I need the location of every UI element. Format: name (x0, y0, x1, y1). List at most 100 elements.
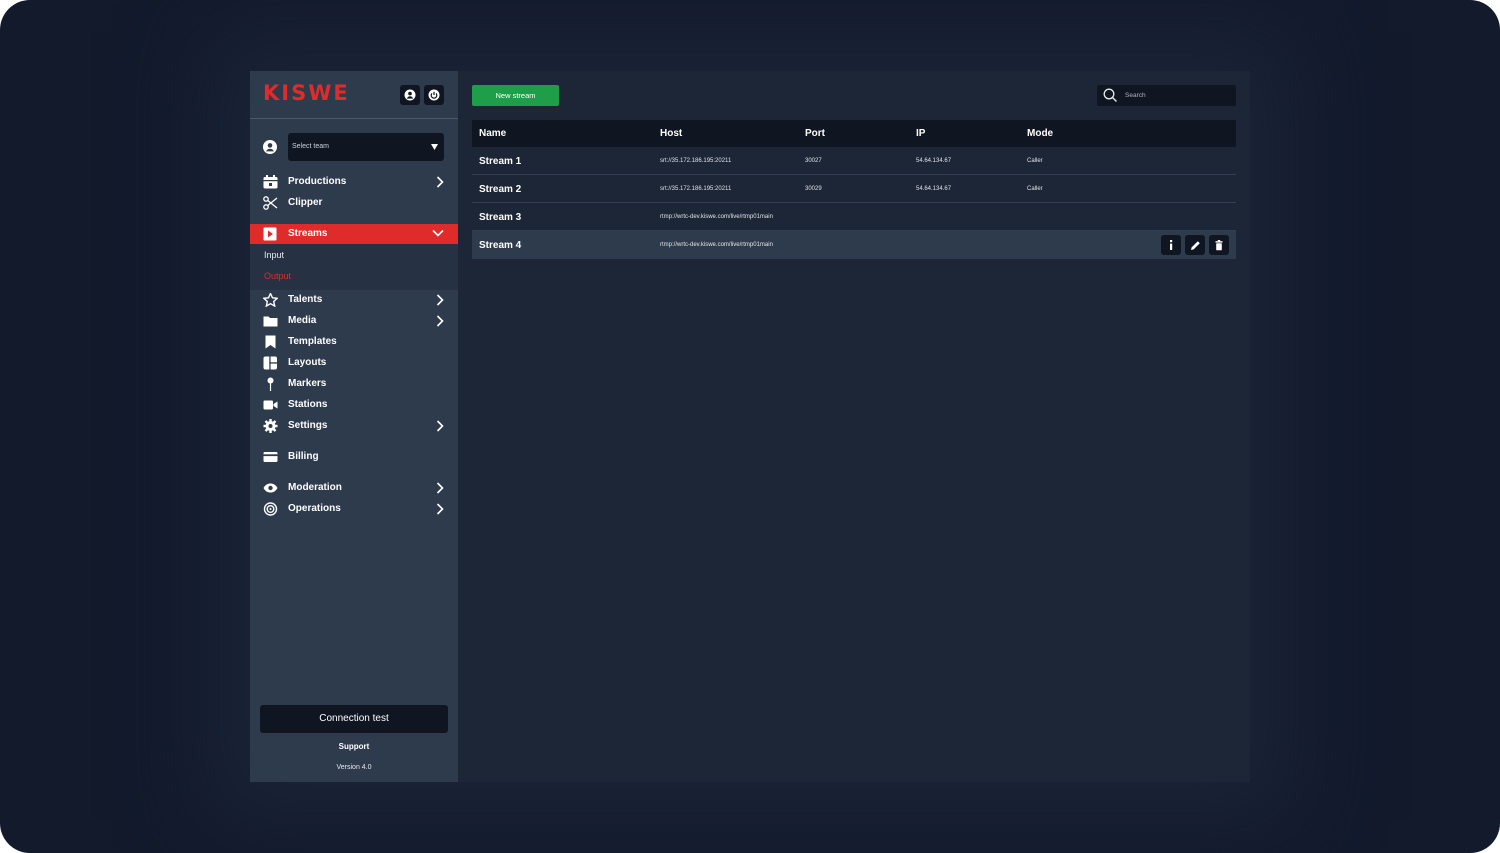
chevron-right-icon (436, 294, 444, 306)
sidebar-item-streams[interactable]: Streams (250, 224, 458, 244)
column-header-ip[interactable]: IP (916, 128, 925, 139)
cell-host: rtmp://wrtc-dev.kiswe.com/live/rtmp01mai… (660, 214, 773, 220)
chevron-right-icon (436, 176, 444, 188)
column-header-mode[interactable]: Mode (1027, 128, 1053, 139)
cog-ring-icon (263, 502, 278, 516)
sidebar-item-label: Billing (288, 451, 319, 462)
cell-mode: Caller (1027, 158, 1043, 164)
version-label: Version 4.0 (336, 764, 372, 771)
sidebar-item-clipper[interactable]: Clipper (250, 193, 458, 213)
column-header-port[interactable]: Port (805, 128, 825, 139)
cell-host: srt://35.172.186.195:20211 (660, 186, 732, 192)
credit-card-icon (263, 452, 278, 462)
cell-name: Stream 1 (479, 156, 522, 167)
sidebar-item-label: Layouts (288, 357, 327, 368)
chevron-right-icon (436, 503, 444, 515)
column-header-name[interactable]: Name (479, 128, 506, 139)
table-header: Name Host Port IP Mode (472, 120, 1236, 147)
folder-icon (263, 316, 278, 327)
sidebar-item-productions[interactable]: Productions (250, 172, 458, 192)
sidebar-item-label: Settings (288, 420, 328, 431)
support-link[interactable]: Support (250, 742, 458, 751)
row-actions (1161, 235, 1229, 255)
table-row[interactable]: Stream 4 rtmp://wrtc-dev.kiswe.com/live/… (472, 231, 1236, 259)
team-select[interactable]: Select team (288, 133, 444, 161)
cell-name: Stream 2 (479, 184, 522, 195)
new-stream-button[interactable]: New stream (472, 85, 559, 106)
cell-host: rtmp://wrtc-dev.kiswe.com/live/rtmp01mai… (660, 242, 773, 248)
streams-submenu: Input Output (250, 244, 458, 290)
chevron-right-icon (436, 482, 444, 494)
power-button[interactable] (424, 85, 444, 105)
screenshot-frame: KISWE Select team Productions Clipper St… (0, 0, 1500, 853)
cell-host: srt://35.172.186.195:20211 (660, 158, 732, 164)
sidebar-item-layouts[interactable]: Layouts (250, 353, 458, 373)
chevron-down-icon (432, 229, 444, 237)
cell-name: Stream 4 (479, 240, 522, 251)
layout-icon (263, 356, 277, 370)
team-avatar-icon (263, 140, 277, 154)
delete-button[interactable] (1209, 235, 1229, 255)
sidebar-item-label: Clipper (288, 197, 323, 208)
submenu-item-input[interactable]: Input (264, 250, 284, 260)
table-row[interactable]: Stream 1 srt://35.172.186.195:20211 3002… (472, 147, 1236, 175)
table-row[interactable]: Stream 3 rtmp://wrtc-dev.kiswe.com/live/… (472, 203, 1236, 231)
sidebar-item-templates[interactable]: Templates (250, 332, 458, 352)
profile-button[interactable] (400, 85, 420, 105)
sidebar-item-markers[interactable]: Markers (250, 374, 458, 394)
pin-icon (267, 377, 274, 391)
streams-table: Name Host Port IP Mode Stream 1 srt://35… (472, 120, 1236, 259)
info-button[interactable] (1161, 235, 1181, 255)
cell-port: 30029 (805, 186, 822, 192)
sidebar-item-billing[interactable]: Billing (250, 447, 458, 467)
gear-icon (263, 419, 278, 433)
table-row[interactable]: Stream 2 srt://35.172.186.195:20211 3002… (472, 175, 1236, 203)
sidebar-item-operations[interactable]: Operations (250, 499, 458, 519)
team-select-placeholder: Select team (292, 143, 329, 150)
cell-port: 30027 (805, 158, 822, 164)
column-header-host[interactable]: Host (660, 128, 682, 139)
caret-down-icon (431, 144, 438, 150)
search-box[interactable]: Search (1097, 85, 1236, 106)
user-icon (404, 89, 416, 101)
cell-mode: Caller (1027, 186, 1043, 192)
chevron-right-icon (436, 420, 444, 432)
scissors-icon (263, 196, 278, 210)
play-icon (263, 227, 277, 241)
power-icon (428, 89, 440, 101)
video-camera-icon (263, 400, 278, 410)
cell-name: Stream 3 (479, 212, 522, 223)
eye-icon (263, 483, 278, 493)
sidebar-item-stations[interactable]: Stations (250, 395, 458, 415)
sidebar-item-media[interactable]: Media (250, 311, 458, 331)
sidebar-item-label: Media (288, 315, 317, 326)
info-icon (1170, 240, 1173, 250)
submenu-item-output[interactable]: Output (264, 271, 291, 281)
search-icon (1103, 88, 1117, 102)
sidebar-item-label: Talents (288, 294, 323, 305)
bookmark-icon (265, 335, 276, 349)
sidebar-item-settings[interactable]: Settings (250, 416, 458, 436)
team-selector-row: Select team (250, 133, 458, 161)
edit-button[interactable] (1185, 235, 1205, 255)
sidebar-header: KISWE (250, 71, 458, 119)
app-window: KISWE Select team Productions Clipper St… (250, 71, 1250, 782)
sidebar-item-moderation[interactable]: Moderation (250, 478, 458, 498)
sidebar-item-label: Markers (288, 378, 327, 389)
chevron-right-icon (436, 315, 444, 327)
sidebar-item-label: Streams (288, 228, 328, 239)
sidebar-item-label: Stations (288, 399, 328, 410)
sidebar-item-label: Productions (288, 176, 347, 187)
connection-test-button[interactable]: Connection test (260, 705, 448, 733)
calendar-icon (263, 175, 278, 189)
sidebar-item-label: Templates (288, 336, 337, 347)
sidebar-item-talents[interactable]: Talents (250, 290, 458, 310)
sidebar-item-label: Operations (288, 503, 341, 514)
sidebar: KISWE Select team Productions Clipper St… (250, 71, 458, 782)
search-input[interactable]: Search (1125, 92, 1146, 99)
trash-icon (1215, 239, 1223, 250)
kiswe-logo[interactable]: KISWE (263, 81, 350, 105)
cell-ip: 54.64.134.67 (916, 186, 952, 192)
sidebar-item-label: Moderation (288, 482, 342, 493)
star-icon (263, 293, 278, 307)
